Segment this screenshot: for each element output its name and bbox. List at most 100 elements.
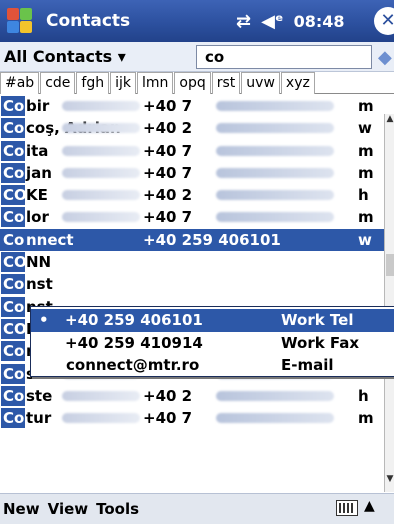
contact-name: ita: [26, 141, 49, 160]
contact-number-type: h: [358, 386, 369, 405]
contact-row[interactable]: CO KE +40 2 h: [0, 184, 384, 206]
close-icon[interactable]: ✕: [374, 7, 394, 35]
popup-value: +40 259 410914: [65, 334, 203, 352]
contact-number-type: w: [358, 230, 372, 249]
redacted-name: [62, 145, 140, 156]
match-highlight: Co: [1, 385, 25, 406]
speaker-icon[interactable]: ◀ᵉ: [261, 11, 283, 32]
redacted-name: [62, 167, 140, 178]
filter-row: All Contacts ▾ co ◆: [0, 42, 394, 72]
contact-number: +40 7: [143, 409, 193, 428]
app-title: Contacts: [46, 11, 131, 31]
redacted-name: [62, 123, 140, 134]
contact-popup-menu: • +40 259 406101 Work Tel +40 259 410914…: [30, 306, 394, 377]
popup-bullet: •: [39, 311, 49, 329]
contact-number-type: w: [358, 119, 372, 138]
tab-fgh[interactable]: fgh: [76, 72, 110, 94]
redacted-number: [216, 190, 334, 201]
start-button[interactable]: [0, 0, 42, 42]
redacted-name: [62, 212, 140, 223]
alphabet-tabs: #ab cde fgh ijk lmn opq rst uvw xyz: [0, 72, 394, 94]
tab-ab[interactable]: #ab: [0, 72, 40, 94]
contact-number-type: m: [358, 141, 374, 160]
contact-row[interactable]: Co tur +40 7 m: [0, 407, 384, 429]
scroll-down-icon[interactable]: ▼: [385, 474, 394, 492]
match-highlight: Co: [1, 162, 25, 183]
popup-item-email[interactable]: connect@mtr.ro E-mail: [31, 354, 394, 377]
contact-row[interactable]: Co ste +40 2 h: [0, 385, 384, 407]
match-highlight: Co: [1, 274, 25, 295]
scroll-up-icon[interactable]: ▲: [385, 114, 394, 132]
contact-number-type: m: [358, 163, 374, 182]
contact-row[interactable]: Co lor +40 7 m: [0, 206, 384, 228]
popup-label: E-mail: [281, 356, 334, 374]
match-highlight: Co: [1, 207, 25, 228]
search-input[interactable]: co: [196, 45, 372, 69]
match-highlight: Co: [1, 140, 25, 161]
contact-name: nnect: [26, 230, 74, 249]
clock[interactable]: 08:48: [294, 12, 345, 31]
contact-row[interactable]: Co bir +40 7 m: [0, 95, 384, 117]
list-scrollbar[interactable]: ▲ ▼: [384, 114, 394, 492]
contact-number: +40 259 406101: [143, 230, 281, 249]
match-highlight: Co: [1, 408, 25, 429]
contact-number: +40 2: [143, 186, 193, 205]
redacted-number: [216, 101, 334, 111]
contact-name: bir: [26, 97, 50, 115]
contact-number-type: h: [358, 186, 369, 205]
category-filter-dropdown[interactable]: All Contacts ▾: [4, 47, 179, 66]
tab-cde[interactable]: cde: [40, 72, 76, 94]
keyboard-icon[interactable]: [336, 500, 358, 516]
tab-ijk[interactable]: ijk: [110, 72, 136, 94]
contact-row[interactable]: Co ita +40 7 m: [0, 140, 384, 162]
contact-row[interactable]: Cocoş, Adrian+40 2w: [0, 117, 384, 139]
popup-value: connect@mtr.ro: [66, 356, 200, 374]
tab-uvw[interactable]: uvw: [241, 72, 280, 94]
tab-rst[interactable]: rst: [211, 72, 241, 94]
tab-opq[interactable]: opq: [174, 72, 211, 94]
contact-number: +40 7: [143, 208, 193, 227]
connectivity-icon[interactable]: ⇄: [236, 11, 251, 32]
contact-row-selected[interactable]: Co nnect +40 259 406101 w: [0, 228, 384, 252]
tab-lmn[interactable]: lmn: [137, 72, 174, 94]
contact-number: +40 7: [143, 163, 193, 182]
search-go-icon[interactable]: ◆: [378, 47, 392, 68]
match-highlight: CO: [1, 252, 27, 273]
match-highlight: Co: [1, 229, 25, 250]
popup-item-work-fax[interactable]: +40 259 410914 Work Fax: [31, 332, 394, 355]
menu-view[interactable]: View: [48, 500, 89, 518]
contact-name: KE: [26, 186, 48, 205]
menu-tools[interactable]: Tools: [96, 500, 139, 518]
match-highlight: CO: [1, 185, 27, 206]
redacted-name: [62, 190, 140, 201]
redacted-name: [62, 101, 140, 111]
menu-new[interactable]: New: [3, 500, 40, 518]
contact-number: +40 7: [143, 97, 193, 115]
contact-name: tur: [26, 409, 52, 428]
contact-number-type: m: [358, 409, 374, 428]
match-highlight: Co: [1, 363, 25, 384]
match-highlight: CO: [1, 318, 27, 339]
contact-name: lor: [26, 208, 49, 227]
contact-row[interactable]: Const: [0, 273, 384, 295]
input-selector-arrow-icon[interactable]: ▲: [364, 498, 375, 514]
contact-row[interactable]: Co jan +40 7 m: [0, 162, 384, 184]
contact-name: nst: [26, 275, 53, 294]
contact-name: NN: [26, 253, 52, 272]
redacted-number: [216, 413, 334, 424]
contact-number: +40 2: [143, 119, 193, 138]
popup-item-work-tel[interactable]: • +40 259 406101 Work Tel: [31, 309, 394, 332]
redacted-number: [216, 390, 334, 401]
contact-row[interactable]: CO NN: [0, 251, 384, 273]
popup-label: Work Fax: [281, 334, 360, 352]
match-highlight: Co: [1, 118, 25, 139]
redacted-name: [62, 390, 140, 401]
scroll-thumb[interactable]: [386, 254, 394, 276]
redacted-number: [216, 167, 334, 178]
contact-number: +40 7: [143, 141, 193, 160]
redacted-number: [216, 123, 334, 134]
tab-xyz[interactable]: xyz: [280, 72, 315, 94]
popup-value: +40 259 406101: [65, 311, 203, 329]
redacted-number: [216, 212, 334, 223]
contact-list: Cobir+40 7mCocoş, Adrian+40 2wCoita+40 7…: [0, 95, 384, 475]
